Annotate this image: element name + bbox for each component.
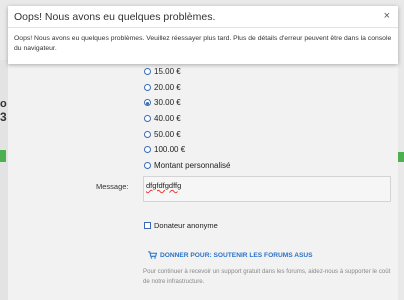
amount-label: 15.00 € bbox=[154, 67, 181, 77]
donate-link-label: DONNER POUR: SOUTENIR LES FORUMS ASUS bbox=[160, 251, 313, 259]
radio-button[interactable] bbox=[144, 68, 151, 76]
message-value: dfgfdfgdffg bbox=[146, 181, 182, 190]
amount-label: Montant personnalisé bbox=[154, 160, 231, 170]
amount-label: 30.00 € bbox=[154, 98, 181, 108]
amount-option[interactable]: 100.00 € bbox=[144, 142, 231, 158]
radio-button[interactable] bbox=[144, 83, 151, 91]
donation-info-text: Pour continuer à recevoir un support gra… bbox=[143, 268, 391, 285]
green-indicator-left bbox=[0, 150, 6, 162]
radio-button[interactable] bbox=[144, 146, 151, 154]
amount-option-custom[interactable]: Montant personnalisé bbox=[144, 158, 231, 174]
page-left-strip: o 3 bbox=[0, 60, 8, 300]
amount-options: 15.00 € 20.00 € 30.00 € 40.00 € 50.00 € … bbox=[144, 64, 231, 173]
modal-message: Oops! Nous avons eu quelques problèmes. … bbox=[14, 35, 392, 52]
radio-button[interactable] bbox=[144, 130, 151, 138]
anonymous-label: Donateur anonyme bbox=[154, 221, 218, 230]
amount-option[interactable]: 30.00 € bbox=[144, 95, 231, 111]
message-label: Message: bbox=[96, 182, 129, 191]
radio-button[interactable] bbox=[144, 115, 151, 123]
side-text-fragment: o bbox=[0, 98, 7, 110]
anonymous-donor-option[interactable]: Donateur anonyme bbox=[144, 221, 218, 230]
close-icon[interactable]: × bbox=[384, 11, 390, 22]
amount-label: 50.00 € bbox=[154, 129, 181, 139]
amount-label: 100.00 € bbox=[154, 145, 186, 155]
green-indicator-right bbox=[398, 152, 404, 162]
radio-button[interactable] bbox=[144, 161, 151, 169]
amount-option[interactable]: 15.00 € bbox=[144, 64, 231, 80]
message-textarea[interactable]: dfgfdfgdffg bbox=[143, 176, 391, 202]
amount-option[interactable]: 20.00 € bbox=[144, 80, 231, 96]
radio-button-selected[interactable] bbox=[144, 99, 151, 107]
modal-title: Oops! Nous avons eu quelques problèmes. bbox=[14, 10, 216, 23]
modal-header: Oops! Nous avons eu quelques problèmes. … bbox=[8, 6, 398, 28]
donate-link[interactable]: DONNER POUR: SOUTENIR LES FORUMS ASUS bbox=[148, 251, 313, 259]
amount-label: 40.00 € bbox=[154, 114, 181, 124]
error-modal: Oops! Nous avons eu quelques problèmes. … bbox=[8, 6, 398, 64]
amount-option[interactable]: 40.00 € bbox=[144, 111, 231, 127]
anonymous-checkbox[interactable] bbox=[144, 222, 151, 229]
amount-label: 20.00 € bbox=[154, 82, 181, 92]
amount-option[interactable]: 50.00 € bbox=[144, 126, 231, 142]
cart-icon bbox=[148, 251, 157, 259]
side-text-fragment: 3 bbox=[0, 110, 7, 124]
